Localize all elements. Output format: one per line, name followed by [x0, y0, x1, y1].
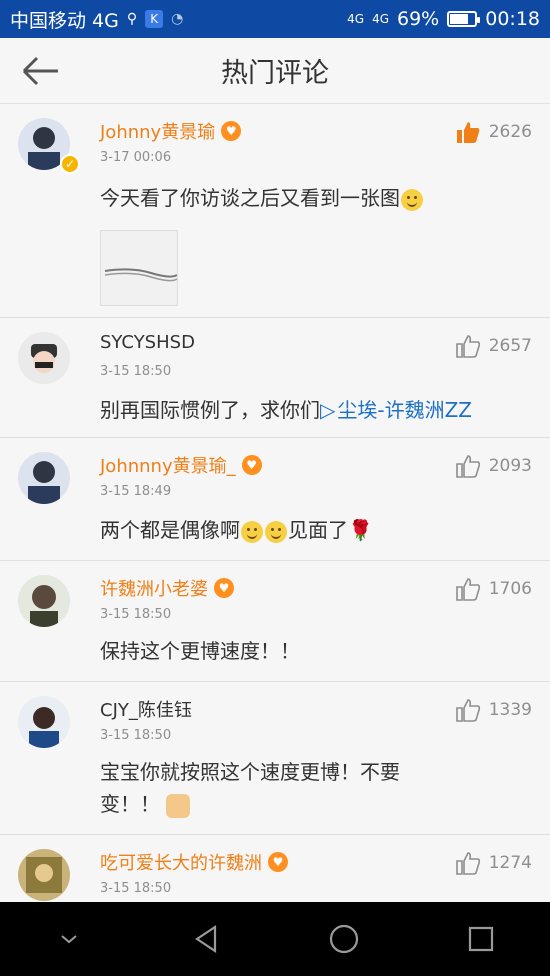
battery-icon [447, 11, 481, 27]
comment-item[interactable]: 许魏洲小老婆 ♥ 3-15 18:50 1706 保持这个更博速度！！ [0, 561, 550, 682]
carrier-label: 中国移动 4G [10, 9, 119, 32]
comment-text: 宝宝你就按照这个速度更博！不要 [100, 760, 400, 784]
network-icon: 4G [347, 12, 365, 26]
comment-item[interactable]: Johnnny黄景瑜_ ♥ 3-15 18:49 2093 两个都是偶像啊 见面了… [0, 438, 550, 561]
comment-text-row: 两个都是偶像啊 见面了🌹 [100, 514, 532, 546]
comment-text: 见面了 [288, 518, 348, 542]
thumb-up-icon [456, 122, 480, 143]
comment-list[interactable]: ✓ Johnny黄景瑜 ♥ 3-17 00:06 2626 今天看了你访谈之后又… [0, 104, 550, 902]
notification-icon: ◔ [171, 11, 184, 27]
avatar[interactable] [18, 849, 70, 901]
comment-text: 别再国际惯例了，求你们 [100, 398, 320, 422]
home-circle-icon[interactable] [319, 914, 369, 964]
app-badge-icon: K [145, 10, 164, 28]
status-bar: 中国移动 4G ⚲ K ◔ 4G 4G 69% 00:18 [0, 0, 550, 38]
recents-square-icon[interactable] [456, 914, 506, 964]
like-button[interactable]: 2626 [455, 120, 532, 144]
comment-text-row: 别再国际惯例了，求你们▷ 尘埃-许魏洲ZZ [100, 394, 532, 426]
author-name: Johnnny黄景瑜_ [100, 456, 236, 477]
comment-item[interactable]: ✓ Johnny黄景瑜 ♥ 3-17 00:06 2626 今天看了你访谈之后又… [0, 104, 550, 318]
rose-emoji-icon: 🌹 [348, 518, 373, 542]
header: 热门评论 [0, 38, 550, 104]
like-count: 1274 [488, 853, 532, 873]
comment-text: 变！！ [100, 792, 160, 816]
thumb-up-icon [455, 578, 480, 601]
comment-author[interactable]: CJY_陈佳钰 [100, 696, 192, 722]
like-count: 2093 [488, 456, 532, 476]
back-arrow-icon[interactable] [20, 50, 62, 92]
smile-emoji-icon [401, 188, 423, 211]
clock: 00:18 [485, 8, 540, 30]
author-name: CJY_陈佳钰 [100, 700, 192, 721]
comment-text: 今天看了你访谈之后又看到一张图 [100, 186, 400, 210]
thumb-up-icon [455, 335, 480, 358]
page-title: 热门评论 [221, 58, 329, 89]
vip-icon: ♥ [221, 121, 242, 141]
comment-text-row: 宝宝你就按照这个速度更博！不要 变！！ [100, 756, 532, 820]
comment-text: 保持这个更博速度！！ [100, 639, 300, 663]
avatar[interactable] [18, 575, 70, 627]
battery-percent: 69% [397, 8, 440, 30]
comment-author[interactable]: Johnny黄景瑜 ♥ [100, 118, 242, 144]
comment-time: 3-15 18:50 [100, 607, 172, 622]
comment-text: 两个都是偶像啊 [100, 518, 240, 542]
like-button[interactable]: 2093 [455, 454, 532, 478]
comment-author[interactable]: 许魏洲小老婆 ♥ [100, 575, 234, 601]
comment-time: 3-15 18:50 [100, 728, 172, 743]
thumb-up-icon [455, 455, 480, 478]
comment-item[interactable]: SYCYSHSD 3-15 18:50 2657 别再国际惯例了，求你们▷ 尘埃-… [0, 318, 550, 438]
like-count: 2657 [488, 336, 532, 356]
comment-author[interactable]: 吃可爱长大的许魏洲 ♥ [100, 849, 288, 875]
like-button[interactable]: 1274 [455, 851, 532, 875]
author-name: Johnny黄景瑜 [100, 122, 216, 143]
verified-badge-icon: ✓ [60, 154, 80, 174]
like-button[interactable]: 1706 [455, 577, 532, 601]
author-name: SYCYSHSD [100, 332, 195, 353]
smile-emoji-icon [241, 520, 263, 543]
nav-collapse-icon[interactable] [44, 914, 94, 964]
vip-icon: ♥ [268, 852, 288, 872]
comment-author[interactable]: SYCYSHSD [100, 332, 195, 353]
cat-emoji-icon [166, 793, 190, 818]
location-icon: ⚲ [126, 11, 138, 27]
like-count: 2626 [488, 122, 532, 142]
play-icon[interactable]: ▷ [320, 398, 335, 422]
signal-icon: 4G [372, 12, 389, 26]
smile-emoji-icon [265, 520, 287, 543]
comment-text-row: 保持这个更博速度！！ [100, 635, 532, 667]
comment-author[interactable]: Johnnny黄景瑜_ ♥ [100, 452, 262, 478]
avatar[interactable] [18, 332, 70, 384]
avatar[interactable] [18, 452, 70, 504]
comment-time: 3-15 18:50 [100, 881, 172, 896]
vip-icon: ♥ [214, 578, 234, 598]
thumb-up-icon [455, 699, 480, 722]
comment-item[interactable]: CJY_陈佳钰 3-15 18:50 1339 宝宝你就按照这个速度更博！不要 … [0, 682, 550, 835]
comment-time: 3-15 18:49 [100, 484, 172, 499]
like-button[interactable]: 1339 [455, 698, 532, 722]
author-name: 吃可爱长大的许魏洲 [100, 853, 262, 874]
like-count: 1706 [488, 579, 532, 599]
author-name: 许魏洲小老婆 [100, 579, 208, 600]
comment-item[interactable]: 吃可爱长大的许魏洲 ♥ 3-15 18:50 1274 [0, 835, 550, 902]
vip-icon: ♥ [241, 455, 262, 475]
system-nav-bar [0, 902, 550, 976]
like-button[interactable]: 2657 [455, 334, 532, 358]
topic-link[interactable]: 尘埃-许魏洲ZZ [337, 398, 472, 422]
avatar[interactable] [18, 696, 70, 748]
comment-time: 3-15 18:50 [100, 364, 172, 379]
like-count: 1339 [488, 700, 532, 720]
back-triangle-icon[interactable] [181, 914, 231, 964]
comment-image[interactable] [100, 230, 178, 306]
comment-time: 3-17 00:06 [100, 150, 172, 165]
thumb-up-icon [455, 852, 480, 875]
comment-text-row: 今天看了你访谈之后又看到一张图 [100, 182, 532, 214]
